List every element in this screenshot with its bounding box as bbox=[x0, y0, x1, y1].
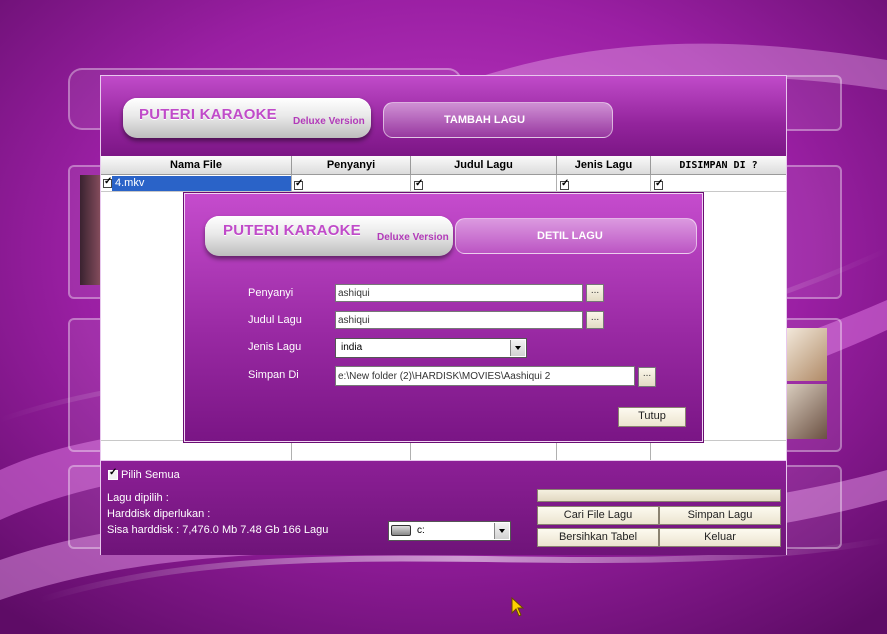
progress-bar bbox=[537, 489, 781, 502]
bottom-panel: Pilih Semua Lagu dipilih : Harddisk dipe… bbox=[101, 460, 786, 555]
disk-remaining-label: Sisa harddisk : 7,476.0 Mb 7.48 Gb 166 L… bbox=[107, 524, 329, 536]
main-header: PUTERI KARAOKE Deluxe Version TAMBAH LAG… bbox=[101, 76, 786, 156]
close-button[interactable]: Tutup bbox=[618, 407, 686, 427]
background-panel-right-top bbox=[782, 165, 842, 299]
exit-button[interactable]: Keluar bbox=[659, 528, 781, 547]
genre-label: Jenis Lagu bbox=[248, 341, 302, 353]
title-field[interactable] bbox=[335, 311, 583, 329]
singer-checkbox[interactable] bbox=[294, 178, 303, 190]
select-all-label[interactable]: Pilih Semua bbox=[121, 469, 180, 481]
chevron-down-icon[interactable] bbox=[510, 340, 525, 356]
window-title: TAMBAH LAGU bbox=[444, 114, 526, 126]
column-header-title[interactable]: Judul Lagu bbox=[411, 156, 557, 175]
singer-label: Penyanyi bbox=[248, 287, 294, 299]
row-divider bbox=[101, 191, 786, 192]
column-header-genre[interactable]: Jenis Lagu bbox=[557, 156, 651, 175]
genre-checkbox[interactable] bbox=[560, 178, 569, 190]
save-location-browse-button[interactable]: ... bbox=[638, 367, 656, 387]
save-location-field[interactable] bbox=[335, 366, 635, 386]
save-location-label: Simpan Di bbox=[248, 369, 299, 381]
background-panel-bottom-right bbox=[782, 465, 842, 549]
background-thumbnail-right-1 bbox=[787, 328, 827, 381]
song-detail-dialog: PUTERI KARAOKE Deluxe Version DETIL LAGU… bbox=[184, 193, 703, 442]
save-songs-button[interactable]: Simpan Lagu bbox=[659, 506, 781, 525]
singer-field[interactable] bbox=[335, 284, 583, 302]
singer-browse-button[interactable]: ... bbox=[586, 284, 604, 302]
chevron-down-icon[interactable] bbox=[494, 523, 509, 539]
dialog-brand-edition: Deluxe Version bbox=[377, 232, 449, 243]
title-checkbox[interactable] bbox=[414, 178, 423, 190]
title-browse-button[interactable]: ... bbox=[586, 311, 604, 329]
genre-select-value: india bbox=[341, 342, 363, 353]
drive-select[interactable]: c: bbox=[388, 521, 511, 541]
genre-select[interactable]: india bbox=[335, 338, 527, 358]
select-all-checkbox[interactable] bbox=[108, 467, 118, 480]
hard-drive-icon bbox=[391, 525, 411, 536]
find-songs-button[interactable]: Cari File Lagu bbox=[537, 506, 659, 525]
row-checkbox[interactable] bbox=[103, 176, 112, 188]
dialog-brand-logo: PUTERI KARAOKE bbox=[223, 222, 361, 239]
disk-needed-label: Harddisk diperlukan : bbox=[107, 508, 211, 520]
column-header-file[interactable]: Nama File bbox=[101, 156, 292, 175]
location-checkbox[interactable] bbox=[654, 178, 663, 190]
mouse-cursor-icon bbox=[511, 597, 525, 617]
title-label: Judul Lagu bbox=[248, 314, 302, 326]
background-thumbnail-right-2 bbox=[787, 384, 827, 439]
background-panel-top-right bbox=[782, 75, 842, 131]
background-thumbnail-left bbox=[80, 175, 102, 285]
brand-edition: Deluxe Version bbox=[293, 116, 365, 127]
column-header-location[interactable]: DISIMPAN DI ? bbox=[651, 156, 786, 175]
file-name-cell[interactable]: 4.mkv bbox=[112, 176, 291, 191]
drive-select-value: c: bbox=[417, 525, 425, 536]
column-header-singer[interactable]: Penyanyi bbox=[292, 156, 411, 175]
brand-logo: PUTERI KARAOKE bbox=[139, 106, 277, 123]
selected-songs-label: Lagu dipilih : bbox=[107, 492, 169, 504]
dialog-title: DETIL LAGU bbox=[537, 230, 603, 242]
clear-table-button[interactable]: Bersihkan Tabel bbox=[537, 528, 659, 547]
